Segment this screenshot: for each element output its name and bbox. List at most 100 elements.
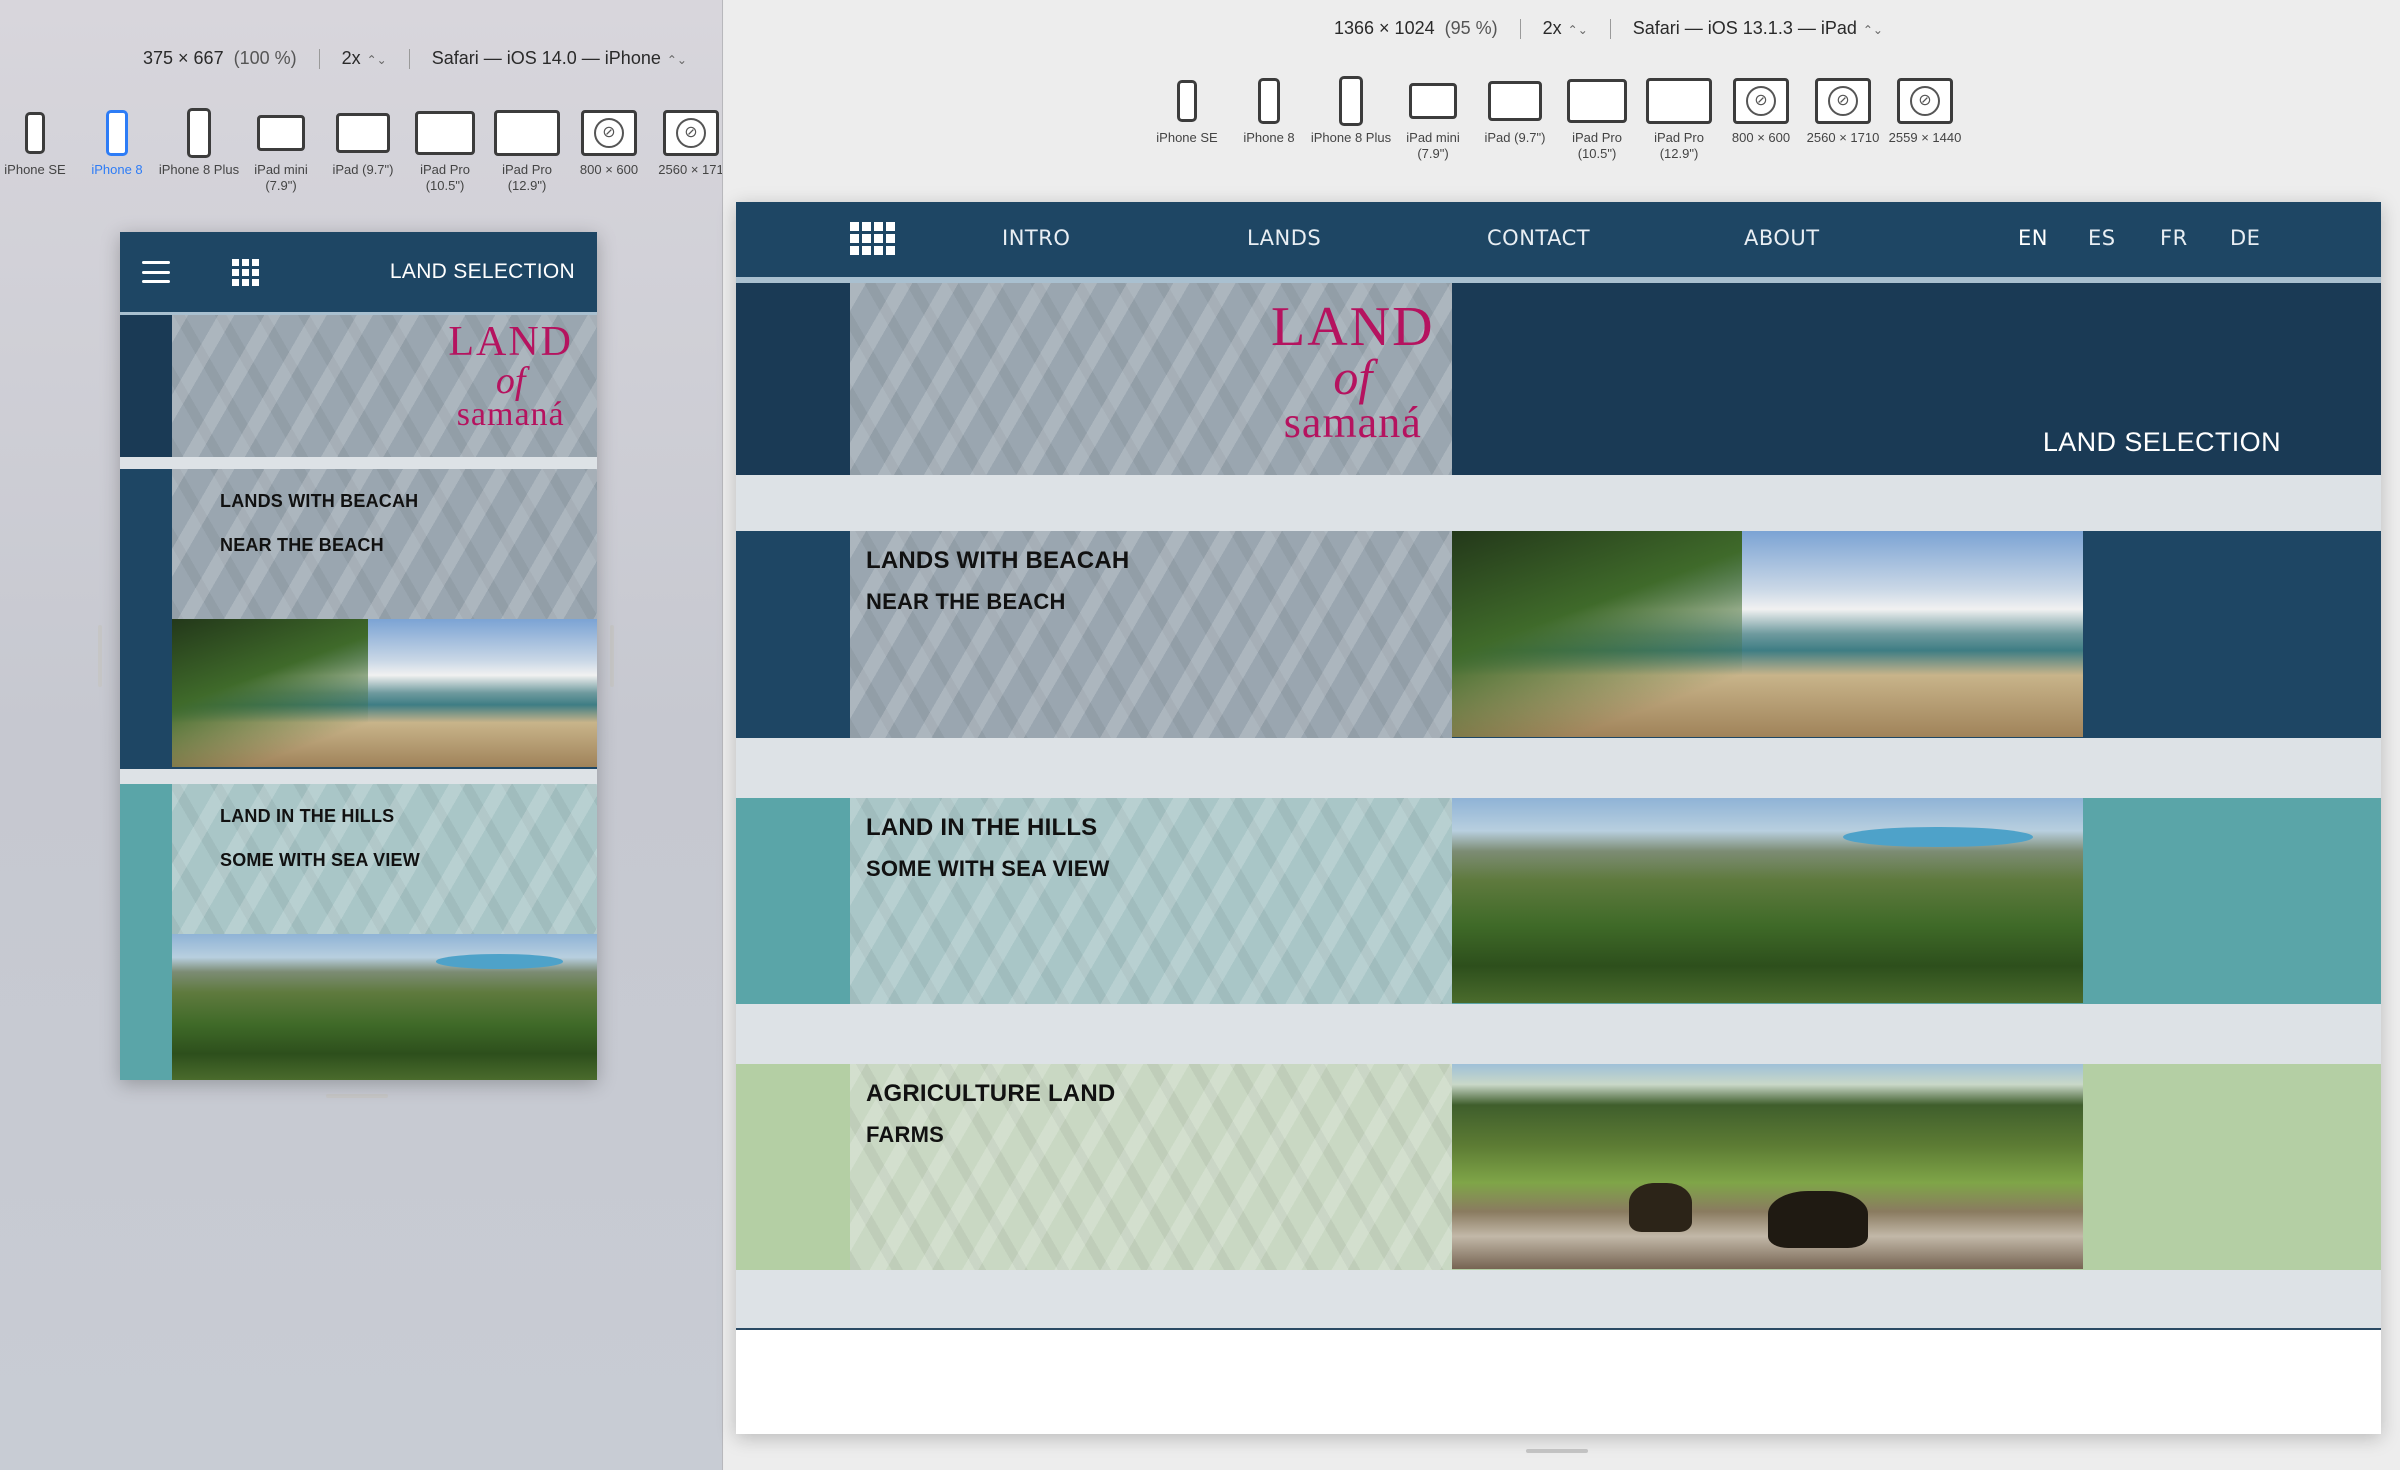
device-label: iPhone SE [1156,130,1218,145]
device-iphone-8-plus[interactable]: iPhone 8 Plus [1310,72,1392,162]
section-title: LAND IN THE HILLS [220,806,395,826]
section-subtitle: SOME WITH SEA VIEW [866,856,1110,881]
right-browser-select[interactable]: Safari — iOS 13.1.3 — iPad ⌃⌄ [1633,18,1883,39]
mobile-header: LAND SELECTION [120,232,597,312]
mobile-section-beach[interactable]: LANDS WITH BEACAH NEAR THE BEACH [120,469,597,769]
left-scale-select[interactable]: 2x ⌃⌄ [342,48,387,69]
stepper-icon: ⌃⌄ [666,53,687,67]
nav-about[interactable]: ABOUT [1744,226,1820,250]
phone-icon [1258,78,1280,124]
device-iphone-8-plus[interactable]: iPhone 8 Plus [158,104,240,194]
device-ipad-pro-12[interactable]: iPad Pro (12.9") [486,104,568,194]
desktop-section-agriculture[interactable]: AGRICULTURE LAND FARMS [736,1064,2381,1270]
tablet-icon [1488,81,1542,121]
phone-icon [187,108,211,158]
resize-handle-bottom[interactable] [326,1094,388,1098]
nav-intro[interactable]: INTRO [1002,226,1070,250]
hamburger-menu-icon[interactable] [142,261,170,283]
desktop-section-beach[interactable]: LANDS WITH BEACAH NEAR THE BEACH [736,531,2381,738]
device-800x600[interactable]: ⊘ 800 × 600 [1720,72,1802,162]
section-spacer [120,769,597,784]
section-spacer [736,738,2381,798]
nav-lands[interactable]: LANDS [1247,226,1321,250]
hills-photo [172,934,597,1080]
device-iphone-se[interactable]: iPhone SE [1146,72,1228,162]
mobile-section-hills[interactable]: LAND IN THE HILLS SOME WITH SEA VIEW [120,784,597,1080]
lang-en[interactable]: EN [2018,226,2048,250]
device-2560x1710[interactable]: ⊘ 2560 × 171 [650,104,723,194]
desktop-hero: LAND of samaná LAND SELECTION [736,283,2381,475]
right-device-toolbar: 1366 × 1024 (95 %) 2x ⌃⌄ Safari — iOS 13.… [1334,18,1883,39]
resize-handle-bottom[interactable] [1526,1449,1588,1453]
safari-compass-icon: ⊘ [663,110,719,156]
left-device-list: iPhone SE iPhone 8 iPhone 8 Plus iPad mi… [0,104,723,194]
resize-handle-left[interactable] [98,625,102,687]
toolbar-divider [1519,18,1521,39]
device-label: iPhone 8 Plus [158,162,240,177]
left-browser-value: Safari — iOS 14.0 — iPhone [431,48,661,68]
safari-compass-icon: ⊘ [1815,78,1871,124]
left-browser-select[interactable]: Safari — iOS 14.0 — iPhone ⌃⌄ [432,48,687,69]
grid-menu-icon[interactable] [850,222,895,255]
beach-photo [1452,531,2083,737]
nav-contact[interactable]: CONTACT [1487,226,1590,250]
section-title: LAND IN THE HILLS [866,814,1098,841]
right-scale-value: 2x [1542,18,1562,38]
desktop-section-hills[interactable]: LAND IN THE HILLS SOME WITH SEA VIEW [736,798,2381,1004]
safari-compass-icon: ⊘ [581,110,637,156]
device-ipad-pro-10[interactable]: iPad Pro (10.5") [404,104,486,194]
device-ipad[interactable]: iPad (9.7") [1474,72,1556,162]
device-800x600[interactable]: ⊘ 800 × 600 [568,104,650,194]
section-title: LANDS WITH BEACAH [866,547,1130,574]
phone-icon [1177,80,1197,122]
tablet-icon [1567,79,1627,123]
device-label: 2559 × 1440 [1888,130,1962,145]
left-scale-value: 2x [341,48,361,68]
section-subtitle: FARMS [866,1122,944,1147]
section-spacer [736,1004,2381,1064]
device-label: iPad Pro (12.9") [502,162,552,193]
land-of-samana-logo[interactable]: LAND of samaná [1271,299,1435,444]
device-label: iPhone 8 [91,162,143,177]
right-scale-select[interactable]: 2x ⌃⌄ [1543,18,1588,39]
iphone-preview-pane: 375 × 667 (100 %) 2x ⌃⌄ Safari — iOS 14.0… [0,0,723,1470]
device-label: iPad Pro (10.5") [420,162,470,193]
device-iphone-8[interactable]: iPhone 8 [1228,72,1310,162]
lang-de[interactable]: DE [2230,226,2260,250]
lang-fr[interactable]: FR [2160,226,2188,250]
grid-menu-icon[interactable] [232,258,259,286]
desktop-page-title: LAND SELECTION [2042,427,2281,457]
mobile-page-title: LAND SELECTION [389,260,575,283]
device-iphone-8[interactable]: iPhone 8 [76,104,158,194]
device-label: iPad (9.7") [1484,130,1546,145]
resize-handle-right[interactable] [610,625,614,687]
device-label: 800 × 600 [579,162,639,177]
safari-compass-icon: ⊘ [1897,78,1953,124]
device-ipad-pro-12[interactable]: iPad Pro (12.9") [1638,72,1720,162]
device-ipad-mini[interactable]: iPad mini (7.9") [240,104,322,194]
device-ipad[interactable]: iPad (9.7") [322,104,404,194]
section-spacer [736,1270,2381,1330]
section-subtitle: NEAR THE BEACH [220,535,384,555]
device-label: 2560 × 171 [658,162,723,177]
section-spacer [736,475,2381,531]
section-title: LANDS WITH BEACAH [220,491,419,511]
device-label: iPad (9.7") [332,162,394,177]
phone-icon [106,110,128,156]
device-2559x1440[interactable]: ⊘ 2559 × 1440 [1884,72,1966,162]
farm-fields-photo [1452,1064,2083,1269]
safari-compass-icon: ⊘ [1733,78,1789,124]
tablet-icon [1646,78,1712,124]
stepper-icon: ⌃⌄ [1567,23,1588,37]
beach-photo [172,619,597,767]
land-of-samana-logo[interactable]: LAND of samaná [448,321,573,432]
section-subtitle: NEAR THE BEACH [866,589,1066,614]
lang-es[interactable]: ES [2088,226,2116,250]
left-viewport-size: 375 × 667 [143,48,224,68]
device-iphone-se[interactable]: iPhone SE [0,104,76,194]
device-ipad-pro-10[interactable]: iPad Pro (10.5") [1556,72,1638,162]
tablet-icon [415,111,475,155]
device-label: 2560 × 1710 [1806,130,1880,145]
device-2560x1710[interactable]: ⊘ 2560 × 1710 [1802,72,1884,162]
device-ipad-mini[interactable]: iPad mini (7.9") [1392,72,1474,162]
